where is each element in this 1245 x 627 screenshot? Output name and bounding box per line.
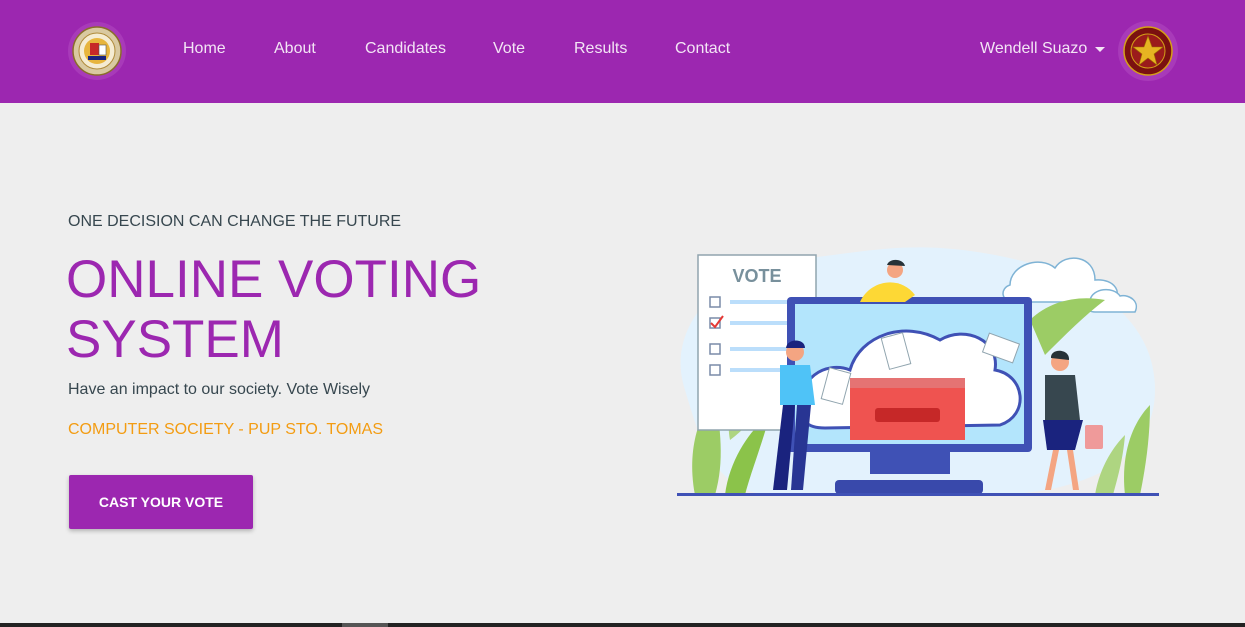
- nav-contact-link[interactable]: Contact: [675, 40, 730, 58]
- page-title-line-1: ONLINE VOTING: [66, 250, 482, 309]
- top-navbar: Home About Candidates Vote Results Conta…: [0, 0, 1245, 103]
- organization-name: COMPUTER SOCIETY - PUP STO. TOMAS: [68, 421, 384, 438]
- ballot-word: VOTE: [732, 266, 781, 286]
- nav-home-link[interactable]: Home: [183, 40, 226, 58]
- cast-vote-button[interactable]: CAST YOUR VOTE: [69, 475, 253, 529]
- voting-illustration: VOTE: [655, 240, 1165, 502]
- scrollbar-thumb[interactable]: [342, 623, 388, 627]
- school-seal-icon[interactable]: [68, 22, 126, 80]
- nav-vote-link[interactable]: Vote: [493, 40, 525, 58]
- hero-tagline: Have an impact to our society. Vote Wise…: [68, 381, 371, 398]
- caret-down-icon: [1095, 46, 1106, 52]
- hero-eyebrow: ONE DECISION CAN CHANGE THE FUTURE: [68, 213, 402, 230]
- nav-candidates-link[interactable]: Candidates: [365, 40, 446, 58]
- horizontal-scrollbar[interactable]: [0, 623, 1245, 627]
- nav-results-link[interactable]: Results: [574, 40, 627, 58]
- user-name: Wendell Suazo: [980, 40, 1088, 57]
- nav-about-link[interactable]: About: [274, 40, 316, 58]
- university-seal-icon[interactable]: [1118, 21, 1178, 81]
- page-title-line-2: SYSTEM: [66, 310, 284, 369]
- page-title: ONLINE VOTING SYSTEM: [66, 250, 586, 370]
- user-dropdown[interactable]: Wendell Suazo: [980, 40, 1106, 58]
